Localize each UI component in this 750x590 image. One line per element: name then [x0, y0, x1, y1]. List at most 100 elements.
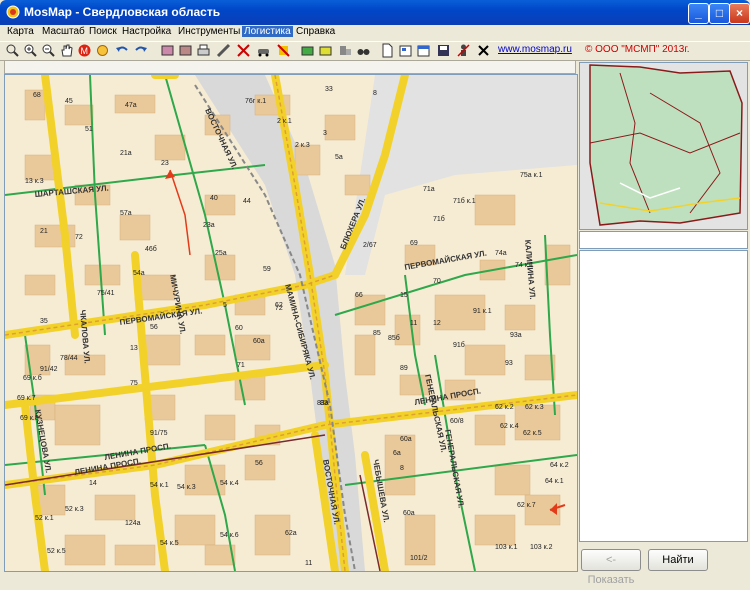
- menu-spravka[interactable]: Справка: [296, 26, 335, 37]
- maximize-button[interactable]: □: [709, 3, 730, 24]
- website-link[interactable]: www.mosmap.ru: [498, 44, 572, 55]
- print-icon[interactable]: [196, 43, 211, 58]
- house-number: 25а: [215, 250, 227, 257]
- window-icon[interactable]: [416, 43, 431, 58]
- traffic-layer-icon[interactable]: [300, 43, 315, 58]
- zoom-all-icon[interactable]: [5, 43, 20, 58]
- traffic-off-icon[interactable]: [276, 43, 291, 58]
- house-number: 68: [33, 92, 41, 99]
- house-number: 85б: [388, 334, 400, 342]
- house-number: 13: [130, 345, 138, 352]
- house-number: 91 к.1: [473, 308, 492, 315]
- layer2-icon[interactable]: [178, 43, 193, 58]
- house-number: 71б: [433, 215, 445, 223]
- house-number: 45: [65, 98, 73, 105]
- find-button[interactable]: Найти: [648, 549, 708, 571]
- car-icon[interactable]: [256, 43, 271, 58]
- menu-masshtab[interactable]: Масштаб: [42, 26, 85, 37]
- map-view[interactable]: ШАРТАШСКАЯ УЛ. ВОСТОЧНАЯ УЛ. БЛЮХЕРА УЛ.…: [4, 74, 578, 572]
- house-number: 78/44: [60, 355, 78, 362]
- house-number: 54 к.5: [160, 540, 179, 547]
- zoom-in-icon[interactable]: [23, 43, 38, 58]
- house-number: 46б: [145, 245, 157, 253]
- menu-instrumenty[interactable]: Инструменты: [178, 26, 240, 37]
- title-bar: MosMap - Свердловская область _ □ ×: [0, 0, 750, 25]
- house-number: 6а: [393, 450, 401, 457]
- house-number: 62 к.5: [523, 430, 542, 437]
- traffic-jam-icon[interactable]: [318, 43, 333, 58]
- house-number: 59: [263, 266, 271, 273]
- house-number: 60а: [253, 338, 265, 345]
- house-number: 5: [223, 302, 227, 309]
- house-number: 74 к.1: [515, 262, 534, 269]
- house-number: 62а: [285, 530, 297, 537]
- svg-text:M: M: [81, 46, 89, 56]
- menu-nastroyka[interactable]: Настройка: [122, 26, 171, 37]
- overview-minimap[interactable]: [579, 62, 748, 230]
- house-number: 69 к.б: [23, 374, 42, 382]
- route-clear-icon[interactable]: [236, 43, 251, 58]
- new-document-icon[interactable]: [380, 43, 395, 58]
- house-number: 13 к.3: [25, 178, 44, 185]
- zoom-out-icon[interactable]: [41, 43, 56, 58]
- house-number: 71б к.1: [453, 197, 476, 205]
- menu-karta[interactable]: Карта: [7, 26, 34, 37]
- ruler-icon[interactable]: [216, 43, 231, 58]
- house-number: 52 к.1: [35, 515, 54, 522]
- menu-logistika[interactable]: Логистика: [242, 26, 293, 37]
- delete-icon[interactable]: [476, 43, 491, 58]
- show-button[interactable]: <- Показать: [581, 549, 641, 586]
- house-number: 83а: [317, 400, 329, 407]
- house-number: 93а: [510, 332, 522, 339]
- logistics-icon[interactable]: [338, 43, 353, 58]
- layer-icon[interactable]: [160, 43, 175, 58]
- house-number: 75/41: [97, 290, 115, 297]
- house-number: 69 к.7: [17, 395, 36, 402]
- house-number: 103 к.1: [495, 544, 518, 551]
- house-number: 93: [505, 360, 513, 367]
- house-number: 66: [355, 292, 363, 299]
- house-number: 76г к.1: [245, 98, 266, 105]
- house-number: 69: [410, 240, 418, 247]
- house-number: 62 к.2: [495, 404, 514, 411]
- house-number: 60/8: [450, 418, 464, 425]
- undo-icon[interactable]: [115, 43, 130, 58]
- close-button[interactable]: ×: [729, 3, 750, 24]
- house-number: 75а к.1: [520, 172, 543, 179]
- house-number: 8: [373, 90, 377, 97]
- house-number: 23а: [203, 222, 215, 229]
- binoculars-icon[interactable]: [356, 43, 371, 58]
- house-number: 60а: [400, 436, 412, 443]
- minimize-button[interactable]: _: [688, 3, 709, 24]
- house-number: 75: [130, 380, 138, 387]
- house-number: 8: [400, 465, 404, 472]
- house-number: 89: [400, 365, 408, 372]
- house-number: 64 к.1: [545, 478, 564, 485]
- house-number: 21а: [120, 150, 132, 157]
- house-number: 91б: [453, 341, 465, 349]
- house-number: 2/67: [363, 242, 377, 249]
- house-number: 51: [85, 126, 93, 133]
- house-number: 33: [325, 86, 333, 93]
- menu-poisk[interactable]: Поиск: [89, 26, 117, 37]
- house-number: 5а: [335, 154, 343, 161]
- house-number: 60а: [403, 510, 415, 517]
- house-number: 56: [255, 460, 263, 467]
- hand-pan-icon[interactable]: [59, 43, 74, 58]
- house-number: 54 к.1: [150, 482, 169, 489]
- house-number: 72: [75, 234, 83, 241]
- redo-icon[interactable]: [133, 43, 148, 58]
- house-number: 91/75: [150, 430, 168, 437]
- save-icon[interactable]: [436, 43, 451, 58]
- properties-icon[interactable]: [398, 43, 413, 58]
- minimap-status: [579, 231, 748, 249]
- house-number: 12: [433, 320, 441, 327]
- house-number: 54 к.6: [220, 532, 239, 539]
- poi-icon[interactable]: [95, 43, 110, 58]
- house-number: 11: [305, 560, 312, 567]
- person-cancel-icon[interactable]: [456, 43, 471, 58]
- house-number: 56: [150, 324, 158, 331]
- search-results-panel[interactable]: [579, 250, 748, 542]
- metro-icon[interactable]: M: [77, 43, 92, 58]
- house-number: 124а: [125, 520, 141, 527]
